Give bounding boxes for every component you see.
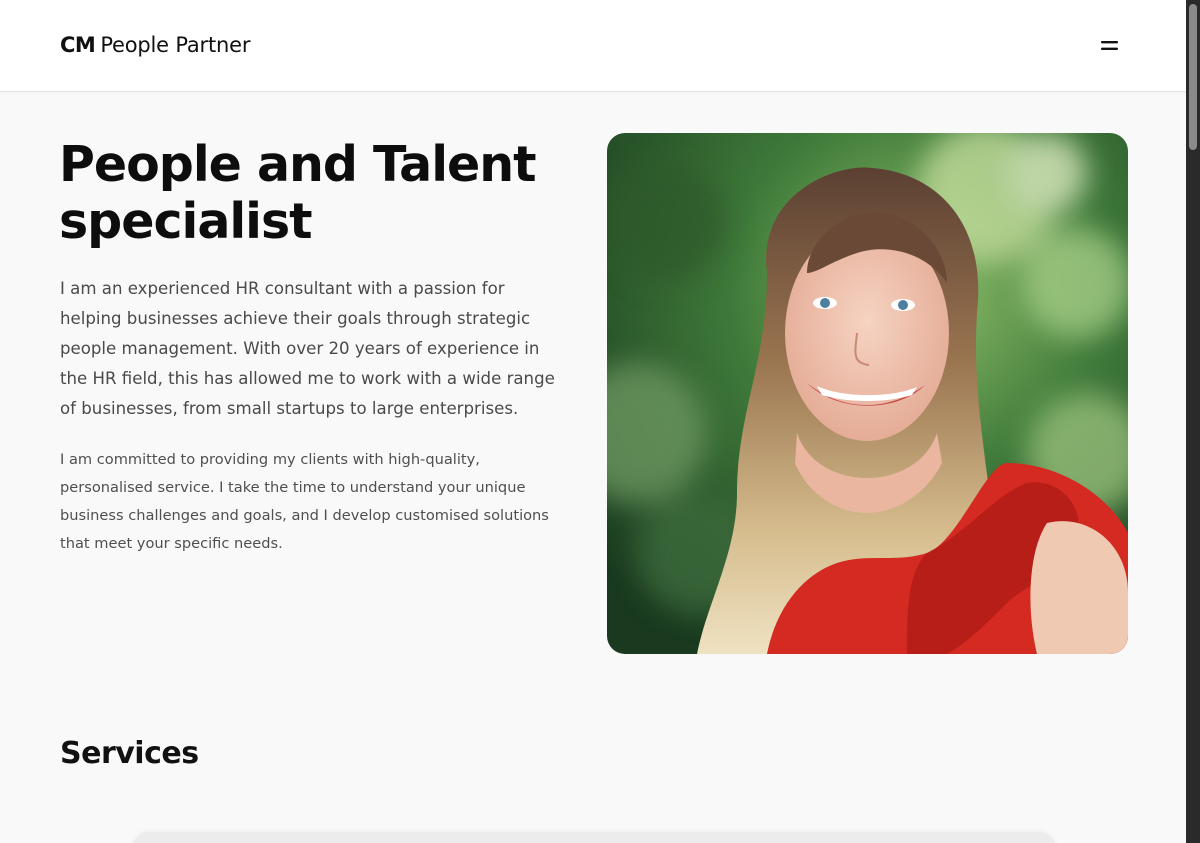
page-scrollbar[interactable] bbox=[1186, 0, 1200, 843]
portrait-image bbox=[607, 133, 1128, 654]
hero-lead-paragraph: I am an experienced HR consultant with a… bbox=[60, 279, 555, 418]
profile-photo bbox=[607, 133, 1128, 654]
hero-title-line-1: People and Talent bbox=[59, 136, 537, 193]
services-heading: Services bbox=[60, 736, 199, 771]
service-card[interactable] bbox=[132, 832, 1056, 843]
scrollbar-thumb[interactable] bbox=[1189, 4, 1197, 150]
hamburger-menu-icon bbox=[1101, 41, 1118, 50]
page: CM People Partner People and Talent speci… bbox=[0, 0, 1186, 843]
hero-title-line-2: specialist bbox=[59, 193, 313, 250]
hero-title: People and Talent specialist bbox=[59, 136, 579, 250]
hero-sub-paragraph: I am committed to providing my clients w… bbox=[60, 451, 549, 552]
menu-button[interactable] bbox=[1094, 30, 1126, 62]
site-header: CM People Partner bbox=[0, 0, 1186, 92]
brand-logo-link[interactable]: CM People Partner bbox=[60, 33, 250, 57]
brand-mark: CM bbox=[60, 33, 96, 57]
brand-name: People Partner bbox=[100, 33, 251, 57]
